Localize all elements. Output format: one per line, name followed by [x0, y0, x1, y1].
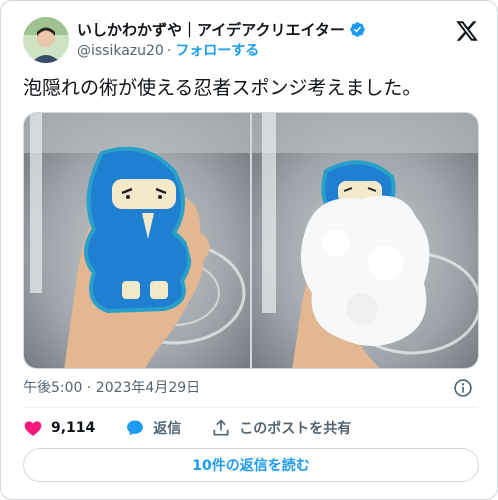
tweet-header: いしかわかずや｜アイデアクリエイター @issikazu20 · フォローする	[23, 15, 481, 65]
read-replies-button[interactable]: 10件の返信を読む	[23, 448, 479, 482]
ninja-sponge-photo[interactable]	[24, 113, 250, 368]
heart-icon	[24, 421, 42, 436]
media-grid	[23, 112, 479, 369]
action-bar: 9,114 返信 このポストを共有	[23, 416, 381, 440]
author-info: いしかわかずや｜アイデアクリエイター @issikazu20 · フォローする	[77, 20, 366, 61]
divider	[23, 407, 477, 408]
handle-separator: ·	[166, 42, 172, 59]
follow-button[interactable]: フォローする	[175, 42, 259, 61]
handle[interactable]: @issikazu20	[77, 42, 164, 61]
tweet-card: いしかわかずや｜アイデアクリエイター @issikazu20 · フォローする …	[0, 0, 498, 500]
like-button[interactable]: 9,114	[23, 418, 95, 438]
share-icon	[213, 419, 229, 436]
info-icon[interactable]	[453, 378, 473, 398]
like-count: 9,114	[51, 420, 96, 436]
handle-row: @issikazu20 · フォローする	[77, 42, 366, 61]
verified-badge-icon	[350, 22, 365, 37]
reply-bubble-icon	[127, 420, 144, 436]
display-name-row: いしかわかずや｜アイデアクリエイター	[77, 20, 366, 40]
ninja-sponge-foam-photo[interactable]	[252, 113, 478, 368]
tweet-text: 泡隠れの術が使える忍者スポンジ考えました。	[23, 77, 422, 99]
share-button[interactable]: このポストを共有	[211, 418, 351, 438]
share-label: このポストを共有	[239, 421, 352, 437]
x-logo-icon[interactable]	[455, 19, 479, 43]
reply-label: 返信	[153, 421, 182, 437]
tweet-timestamp[interactable]: 午後5:00 · 2023年4月29日	[23, 379, 200, 397]
display-name[interactable]: いしかわかずや｜アイデアクリエイター	[77, 20, 345, 40]
reply-button[interactable]: 返信	[125, 418, 181, 438]
avatar[interactable]	[23, 17, 69, 63]
